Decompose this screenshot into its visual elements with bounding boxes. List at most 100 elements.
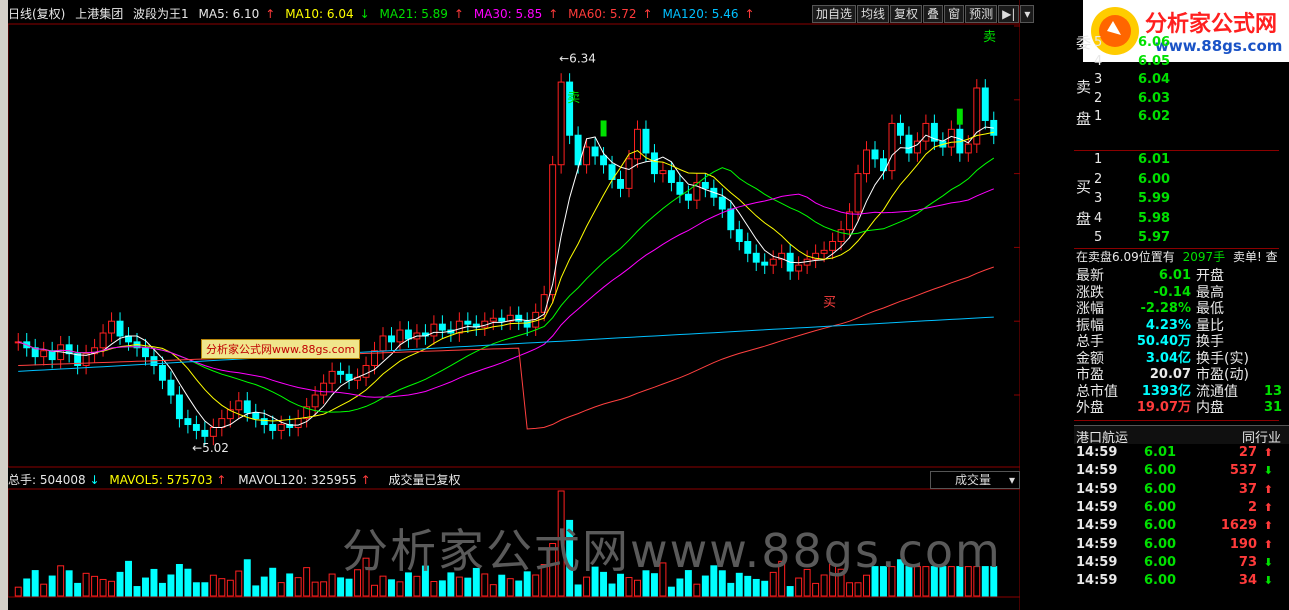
tick-row: 14:59 6.00 37 ⬆ [1076,482,1281,498]
candle-body [464,320,472,325]
volume-bar [150,568,158,597]
volume-bar [506,578,514,597]
candle-body [642,128,650,154]
tick-time: 14:59 [1076,536,1118,552]
volume-bar [269,567,277,597]
volume-bar [303,567,311,597]
candle-body [896,122,904,136]
candle-body [727,208,735,231]
sell-level-num: 5 [1094,35,1103,50]
tick-qty: 37 [1238,481,1257,497]
chevron-down-icon[interactable]: ▾ [1020,5,1035,23]
sell-signal-label: 卖 [567,91,580,106]
candle-body [430,323,438,337]
candle-body [667,170,675,183]
candle-body [108,320,116,334]
add-watchlist-button[interactable]: 加自选 [812,5,857,23]
arrow-down-icon: ⬇ [1263,555,1273,569]
candle-body [676,181,684,195]
quote-label: 涨跌 [1076,284,1104,301]
candle-body [557,81,565,166]
order-notice[interactable]: 在卖盘6.09位置有 2097手 卖单! 查 [1076,249,1281,265]
adjust-button[interactable]: 复权 [890,5,923,23]
buy-level-price: 6.00 [1138,171,1171,187]
quote-label: 市盈 [1076,367,1104,383]
quote-row: 总手 50.40万 换手 [1076,334,1281,350]
candle-body [659,170,667,175]
sell-level-row: 1 6.02 [1094,109,1289,125]
candle-body [337,370,345,375]
candle-body [235,400,243,411]
overlay-button[interactable]: 叠 [923,5,944,23]
ma30-readout: MA30: 5.85 [473,7,543,21]
buy-level-row: 2 6.00 [1094,172,1289,188]
tick-qty: 2 [1247,499,1257,515]
tick-time: 14:59 [1076,463,1118,479]
tick-row: 14:59 6.00 190 ⬆ [1076,537,1281,553]
sell-label-1: 卖 [1076,78,1092,96]
stock-name: 上港集团 [75,7,124,21]
ma5-readout: MA5: 6.10 [198,7,260,21]
quote-row: 市盈 20.07 市盈(动) [1076,367,1281,383]
buy-level-row: 4 5.98 [1094,211,1289,227]
volume-bar [812,582,820,597]
candle-body [438,323,446,331]
candle-body [905,134,913,154]
tick-row: 14:59 6.00 537 ⬇ [1076,463,1281,479]
order-header-char: 委 [1076,34,1092,52]
expand-icon[interactable]: ▶| [998,5,1020,23]
candle-body [625,158,633,189]
quote-label: 振幅 [1076,317,1104,334]
candle-body [591,146,599,157]
tab-peers[interactable]: 同行业 [1242,427,1281,446]
quote-right-label: 内盘 [1196,400,1224,416]
quote-right-value: 31 [1264,400,1283,415]
window-button[interactable]: 窗 [944,5,965,23]
candle-body [752,252,760,263]
candle-body [498,317,506,322]
candle-body [218,418,226,428]
arrow-up-icon: ⬆ [1263,482,1273,496]
volume-bar [294,577,302,597]
moving-average-button[interactable]: 均线 [857,5,890,23]
quote-label: 外盘 [1076,400,1104,416]
candle-body [311,394,319,408]
buy-label-2: 盘 [1076,210,1092,228]
tick-price: 6.01 [1144,445,1177,460]
volume-bar [218,578,226,597]
candle-body [243,400,251,414]
candle-body [294,418,302,428]
quote-label: 最新 [1076,268,1104,284]
sell-level-num: 2 [1094,90,1103,106]
quote-label: 总市值 [1076,383,1118,400]
order-notice-text: 在卖盘6.09位置有 [1076,250,1175,264]
volume-bar [158,582,166,597]
ma120-line [18,316,994,372]
candle-body [947,128,955,148]
volume-bar [786,586,794,597]
candle-body [175,394,183,420]
chart-title-bar: 日线(复权) 上港集团 波段为王1 MA5: 6.10 ↑ MA10: 6.04 ↓… [8,5,761,23]
forecast-button[interactable]: 预测 [965,5,998,23]
candle-body [489,317,497,322]
arrow-up-icon: ⬆ [1263,500,1273,514]
candle-body [48,350,56,361]
quote-value: 20.07 [1149,367,1191,382]
buy-level-num: 3 [1094,191,1103,206]
candle-body [769,258,777,266]
tick-price: 6.00 [1144,518,1177,534]
high-annotation: ←6.34 [559,51,596,65]
quote-row: 涨跌 -0.14 最高 [1076,285,1281,301]
volume-title-bar: 总手: 504008 ↓ MAVOL5: 575703 ↑ MAVOL120: … [8,471,1020,489]
volume-bar [57,565,65,597]
buy-signal-label: 买 [823,295,836,310]
volume-bar [286,573,294,597]
volume-bar [634,579,641,597]
volume-bar [235,570,243,597]
ma60-line [18,266,994,430]
mavol5-readout: MAVOL5: 575703 [109,473,213,487]
indicator-dropdown[interactable]: 成交量 ▾ [930,471,1020,489]
tab-industry[interactable]: 港口航运 [1076,427,1128,446]
ma120-arrow-icon: ↑ [744,7,755,21]
candle-body [260,418,268,426]
